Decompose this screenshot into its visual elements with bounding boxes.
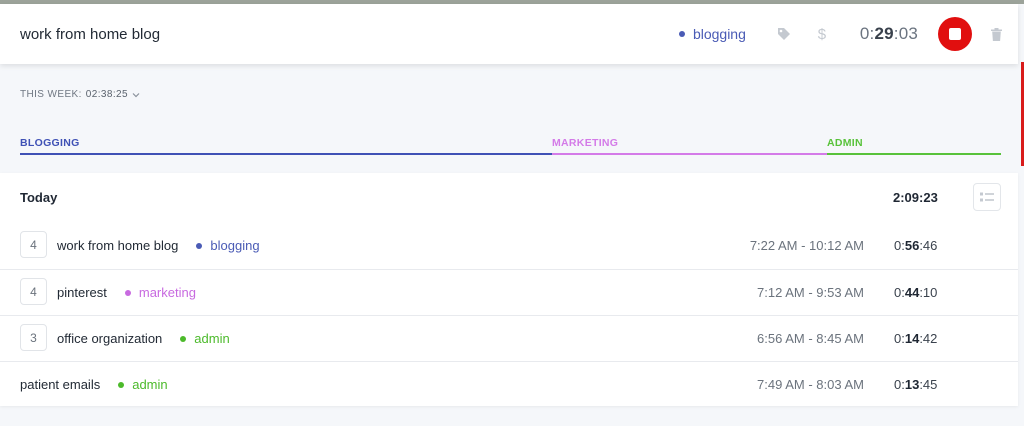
project-bar-label: MARKETING [552,137,619,149]
project-bar-line [827,153,1001,155]
time-entry-row[interactable]: 4 pinterest marketing 7:12 AM - 9:53 AM 0:44… [0,269,1018,315]
project-distribution-bar: BLOGGING MARKETING ADMIN [20,137,1001,157]
entry-project-dot [124,289,131,296]
timer-project-label: blogging [692,26,746,42]
entry-description[interactable]: office organization [57,331,162,346]
entry-project-label: marketing [138,285,196,300]
entry-description-group: work from home blog blogging [57,238,260,253]
entry-project-label: admin [132,377,168,392]
timer-project[interactable]: blogging [678,26,746,42]
entry-project-label: admin [194,331,230,346]
timer-duration: 0:29:03 [859,24,918,43]
entry-project-label: blogging [210,238,260,253]
timer-project-dot [678,31,685,37]
day-total: 2:09:23 [893,190,938,205]
entry-description-group: pinterest marketing [57,285,196,300]
week-label: THIS WEEK: [20,89,82,100]
chevron-down-icon [132,92,140,98]
tag-icon[interactable] [772,22,796,46]
entry-group-count[interactable]: 4 [20,231,47,258]
list-view-button[interactable] [973,183,1001,211]
list-view-icon [980,192,994,202]
entry-description[interactable]: pinterest [57,285,107,300]
stop-button[interactable] [938,17,972,51]
week-summary-toggle[interactable]: THIS WEEK: 02:38:25 [20,89,140,100]
stop-icon [949,28,961,40]
entry-group-count[interactable]: 4 [20,278,47,305]
entry-description-group: patient emails admin [20,377,168,392]
entry-duration[interactable]: 0:56:46 [894,238,937,253]
project-bar-marketing: MARKETING [552,137,827,157]
week-total: 02:38:25 [85,89,128,100]
project-bar-admin: ADMIN [827,137,1001,157]
project-bar-line [20,153,552,155]
entry-description-group: office organization admin [57,331,230,346]
project-bar-blogging: BLOGGING [20,137,552,157]
entry-project[interactable]: blogging [196,238,260,253]
project-bar-label: ADMIN [827,137,863,149]
entry-duration[interactable]: 0:13:45 [894,377,937,392]
time-entries-list: Today 2:09:23 4 work from home blog bloggi… [0,173,1018,406]
timer-description[interactable]: work from home blog [20,26,679,43]
entry-group-count[interactable]: 3 [20,324,47,351]
entry-project[interactable]: admin [118,377,168,392]
day-header: Today 2:09:23 [0,173,1018,223]
entry-duration[interactable]: 0:14:42 [894,331,937,346]
entry-time-range[interactable]: 7:49 AM - 8:03 AM [757,377,864,392]
entry-project-dot [118,381,125,388]
timer-bar: work from home blog blogging $ 0:29:03 [0,4,1018,64]
entry-time-range[interactable]: 7:22 AM - 10:12 AM [750,238,864,253]
time-entry-row[interactable]: 4 work from home blog blogging 7:22 AM - 10… [0,223,1018,269]
entry-time-range[interactable]: 7:12 AM - 9:53 AM [757,285,864,300]
entry-project-dot [180,335,187,342]
project-bar-line [552,153,827,155]
time-entry-row[interactable]: patient emails admin 7:49 AM - 8:03 AM 0:13… [0,361,1018,407]
trash-icon[interactable] [988,26,1004,42]
entry-description[interactable]: patient emails [20,377,100,392]
entry-description[interactable]: work from home blog [57,238,178,253]
entry-duration[interactable]: 0:44:10 [894,285,937,300]
day-label: Today [20,190,58,205]
dollar-icon[interactable]: $ [810,22,834,46]
entry-time-range[interactable]: 6:56 AM - 8:45 AM [757,331,864,346]
entry-project-dot [196,242,203,249]
time-entry-row[interactable]: 3 office organization admin 6:56 AM - 8:45 … [0,315,1018,361]
entry-project[interactable]: admin [180,331,230,346]
project-bar-label: BLOGGING [20,137,80,149]
entry-project[interactable]: marketing [124,285,196,300]
